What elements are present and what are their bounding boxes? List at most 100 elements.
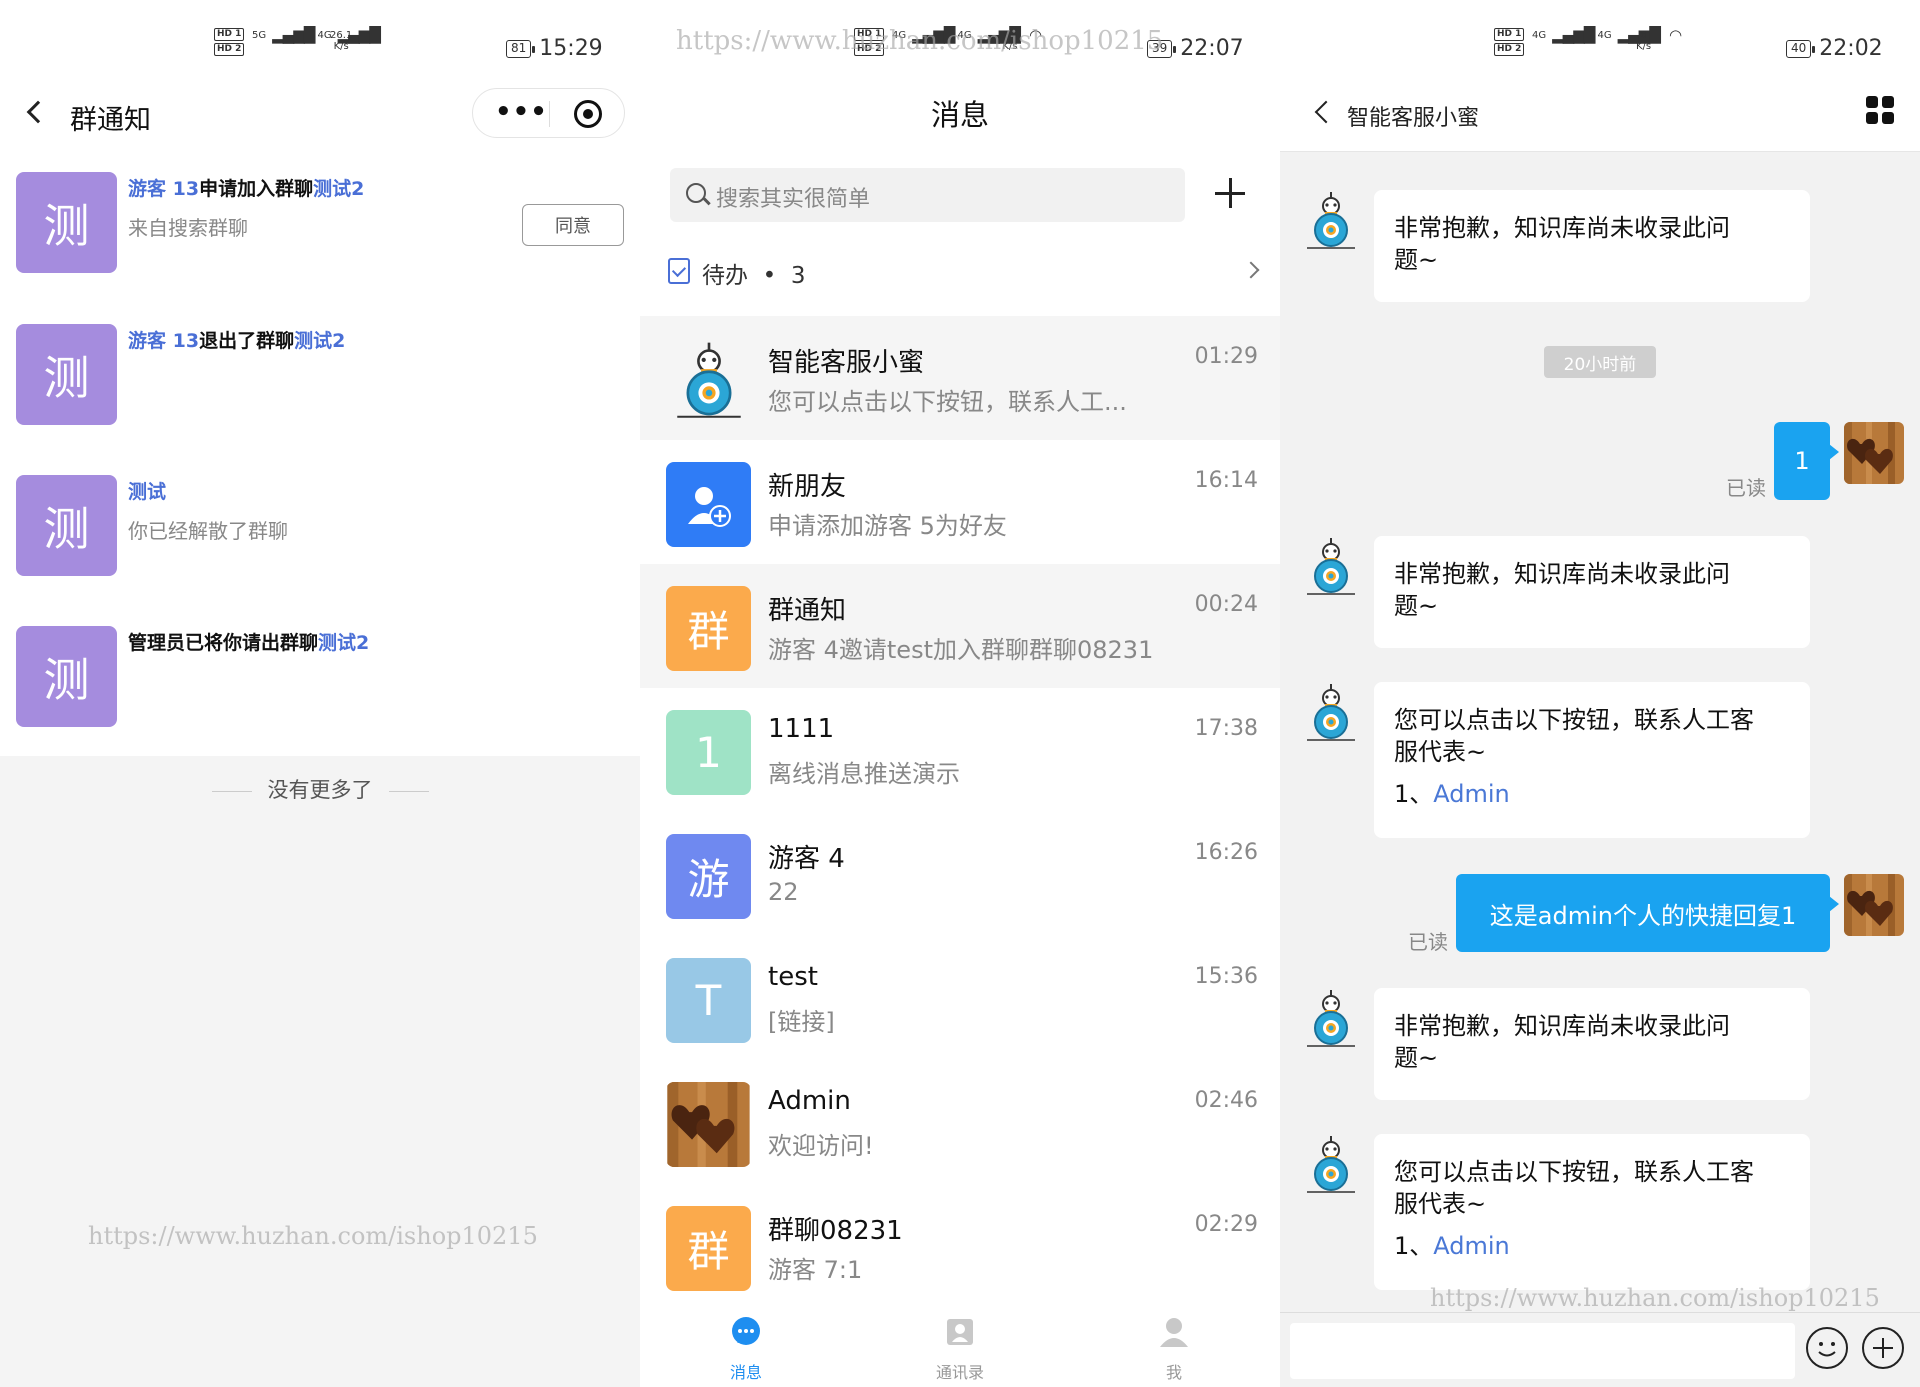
notice-link-text[interactable]: 测试2 <box>294 330 345 352</box>
hearts-avatar-icon <box>666 1082 751 1167</box>
clock: 15:29 <box>539 36 603 61</box>
group-avatar: 测 <box>16 475 117 576</box>
message-line: 题~ <box>1394 246 1439 274</box>
divider-line <box>211 790 252 792</box>
conversation-time: 16:14 <box>1194 468 1258 493</box>
add-icon[interactable] <box>1215 178 1245 208</box>
net1-label: 5G <box>252 30 267 41</box>
clock: 22:07 <box>1180 36 1244 61</box>
conversation-name: 群通知 <box>768 596 847 626</box>
conversation-item[interactable]: Admin 欢迎访问! 02:46 <box>640 1060 1280 1184</box>
conversation-item[interactable]: 游游客 4 22 16:26 <box>640 812 1280 936</box>
watermark: https://www.huzhan.com/ishop10215 <box>1430 1284 1880 1312</box>
battery-clock: 40 22:02 <box>1786 36 1883 61</box>
notice-action-text: 退出了群聊 <box>199 330 295 352</box>
conversation-item[interactable]: 智能客服小蜜 您可以点击以下按钮，联系人工... 01:29 <box>640 316 1280 440</box>
conversation-name: 1111 <box>768 714 835 744</box>
watermark: https://www.huzhan.com/ishop10215 <box>88 1222 538 1250</box>
conversation-preview: 游客 7:1 <box>768 1256 863 1284</box>
grid-menu-icon[interactable] <box>1866 96 1894 124</box>
tab-label: 我 <box>1165 1363 1182 1382</box>
search-placeholder: 搜索其实很简单 <box>716 187 871 212</box>
notice-link-text[interactable]: 游客 13 <box>128 178 199 200</box>
plus-circle-icon[interactable] <box>1862 1327 1904 1369</box>
conversation-time: 15:36 <box>1194 964 1258 989</box>
chat-input-bar <box>1280 1312 1920 1387</box>
mini-program-capsule: ••• <box>472 88 625 138</box>
notice-item[interactable]: 测游客 13退出了群聊测试2 <box>16 324 626 434</box>
conversation-item[interactable]: 1 1111 离线消息推送演示 17:38 <box>640 688 1280 812</box>
tab-me[interactable]: 我 <box>1114 1315 1234 1383</box>
bot-message-bubble: 您可以点击以下按钮，联系人工客 服代表~ 1、Admin <box>1374 682 1810 838</box>
conversation-preview: 欢迎访问! <box>768 1132 874 1160</box>
text-avatar: 游 <box>666 834 751 919</box>
message-line: 非常抱歉，知识库尚未收录此问 <box>1394 214 1730 242</box>
contact-option: 1、Admin <box>1394 778 1790 810</box>
net-speed-value: 6 <box>1640 30 1647 41</box>
conversation-item[interactable]: 群群通知 游客 4邀请test加入群聊群聊08231 00:24 <box>640 564 1280 688</box>
page-title: 消息 <box>930 98 989 132</box>
admin-contact-link[interactable]: Admin <box>1433 780 1510 808</box>
conversation-time: 17:38 <box>1194 716 1258 741</box>
message-input[interactable] <box>1290 1323 1795 1379</box>
notice-subtext: 你已经解散了群聊 <box>128 519 288 543</box>
message-line: 题~ <box>1394 592 1439 620</box>
battery-icon: 81 <box>506 39 536 58</box>
bot-avatar-icon <box>1300 682 1360 744</box>
notice-text: 游客 13申请加入群聊测试2 <box>128 174 364 201</box>
conversation-name: Admin <box>768 1086 851 1116</box>
time-separator: 20小时前 <box>1544 346 1656 378</box>
capsule-divider <box>549 101 550 127</box>
user-message-bubble: 这是admin个人的快捷回复1 <box>1456 874 1839 952</box>
tab-contacts[interactable]: 通讯录 <box>900 1315 1020 1383</box>
notice-link-text[interactable]: 游客 13 <box>128 330 199 352</box>
message-line: 服代表~ <box>1394 1190 1487 1218</box>
bot-avatar-icon <box>1300 1134 1360 1196</box>
notice-subtext: 来自搜索群聊 <box>128 216 248 240</box>
conversation-name: 游客 4 <box>768 844 845 874</box>
tab-messages[interactable]: 消息 <box>686 1315 806 1383</box>
messages-screen: HD 1 HD 2 4G ▂▄▆█ 4G ▂▄▆█ ◠ 1.5 K/s 39 22:0… <box>640 0 1280 1387</box>
message-line: 服代表~ <box>1394 738 1487 766</box>
search-box[interactable]: 搜索其实很简单 <box>670 168 1185 222</box>
net-speed-unit: K/s <box>1636 41 1652 52</box>
text-avatar: 1 <box>666 710 751 795</box>
battery-clock: 81 15:29 <box>506 36 603 61</box>
conversation-name: 新朋友 <box>768 472 847 502</box>
hearts-avatar-icon <box>1844 422 1904 484</box>
read-receipt: 已读 <box>1408 930 1448 954</box>
group-notice-screen: HD 1 HD 2 5G ▂▄▆█ 4G ▂▄▆█ 26.1 K/s 81 15:29… <box>0 0 640 1387</box>
conversation-preview: 您可以点击以下按钮，联系人工... <box>768 388 1127 416</box>
clock: 22:02 <box>1819 36 1883 61</box>
close-target-icon[interactable] <box>574 100 602 128</box>
conversation-item[interactable]: 新朋友申请添加游客 5为好友 16:14 <box>640 440 1280 564</box>
notice-link-text[interactable]: 测试2 <box>318 632 369 654</box>
todo-row[interactable]: 待办 • 3 <box>668 256 1263 292</box>
conversation-name: test <box>768 962 818 992</box>
conversation-preview: 申请添加游客 5为好友 <box>768 512 1007 540</box>
notice-item[interactable]: 测管理员已将你请出群聊测试2 <box>16 626 626 736</box>
chat-title: 智能客服小蜜 <box>1347 106 1480 131</box>
signal-bars-icon: ▂▄▆█ <box>272 26 315 44</box>
conversation-item[interactable]: 群群聊08231 游客 7:1 02:29 <box>640 1184 1280 1308</box>
agree-button[interactable]: 同意 <box>522 204 624 246</box>
conversation-time: 16:26 <box>1194 840 1258 865</box>
more-icon[interactable]: ••• <box>495 97 548 127</box>
chat-bubble-icon <box>732 1317 760 1345</box>
signal-bars-icon: ▂▄▆█ <box>1552 26 1595 44</box>
network-indicator: 4G ▂▄▆█ 4G ▂▄▆█ ◠ <box>1532 26 1682 44</box>
conversation-item[interactable]: Ttest [链接] 15:36 <box>640 936 1280 1060</box>
net-speed: 26.1 K/s <box>330 30 352 52</box>
notice-item[interactable]: 测测试你已经解散了群聊 <box>16 475 626 585</box>
text-avatar: 群 <box>666 586 751 671</box>
todo-dot: • <box>762 263 777 289</box>
user-message-bubble: 1 <box>1774 422 1839 500</box>
no-more-divider: 没有更多了 <box>0 774 640 804</box>
read-receipt: 已读 <box>1726 476 1766 500</box>
emoji-icon[interactable] <box>1806 1327 1848 1369</box>
admin-contact-link[interactable]: Admin <box>1433 1232 1510 1260</box>
bot-avatar-icon <box>1300 190 1360 252</box>
notice-link-text[interactable]: 测试2 <box>313 178 364 200</box>
person-icon <box>1160 1318 1188 1347</box>
notice-link-text[interactable]: 测试 <box>128 481 166 503</box>
